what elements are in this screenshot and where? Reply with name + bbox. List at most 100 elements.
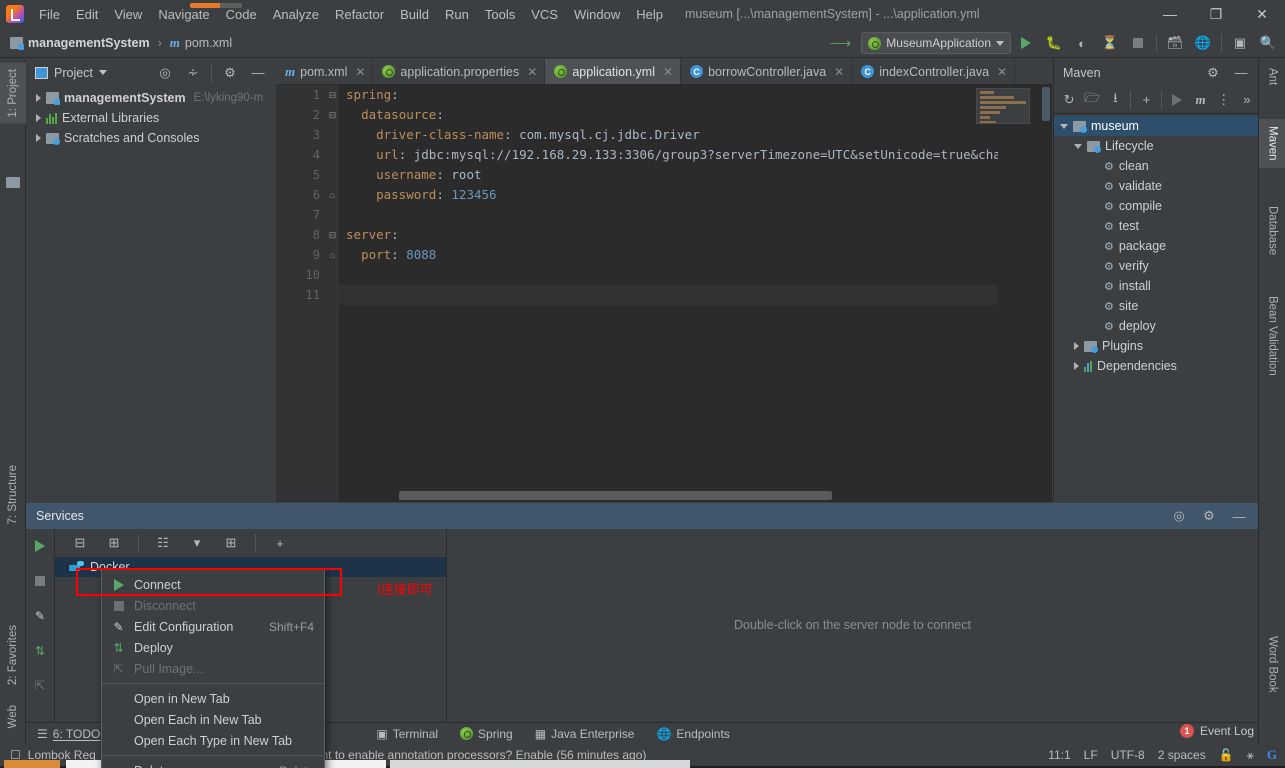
toolwindow-button-java-enterprise[interactable]: ▦ Java Enterprise — [524, 723, 646, 745]
maven-node-lifecycle[interactable]: Lifecycle — [1054, 136, 1258, 156]
breadcrumb-file[interactable]: pom.xml — [185, 36, 232, 50]
tab-application-yml[interactable]: application.yml ✕ — [545, 59, 681, 84]
editor-horizontal-scrollbar[interactable] — [399, 491, 984, 500]
translate-button[interactable]: 🌐 — [1190, 30, 1216, 56]
taskbar-item-3[interactable] — [390, 760, 690, 768]
update-project-icon[interactable]: ⟶ — [822, 34, 860, 52]
reload-icon[interactable]: ↻ — [1058, 87, 1080, 113]
menu-analyze[interactable]: Analyze — [265, 3, 327, 26]
docker-context-menu[interactable]: Connect Disconnect ✎ Edit Configuration … — [101, 569, 325, 768]
menu-edit[interactable]: Edit — [68, 3, 106, 26]
scroll-from-source-icon[interactable]: ◎ — [152, 60, 178, 86]
menu-window[interactable]: Window — [566, 3, 628, 26]
sidebar-item-word-book[interactable]: Word Book — [1259, 629, 1285, 700]
maven-goal-validate[interactable]: ⚙validate — [1054, 176, 1258, 196]
toolwindow-button-spring[interactable]: Spring — [449, 723, 524, 745]
tree-node-scratches-and-consoles[interactable]: Scratches and Consoles — [26, 128, 275, 148]
event-log-button[interactable]: 1 Event Log — [1180, 724, 1254, 738]
maven-goal-compile[interactable]: ⚙compile — [1054, 196, 1258, 216]
execute-maven-goal-icon[interactable]: m — [1190, 87, 1212, 113]
chevron-right-icon[interactable] — [36, 114, 41, 122]
group-by-icon[interactable]: ☷ — [150, 530, 176, 556]
toggle-skip-tests-icon[interactable]: ⋮ — [1213, 87, 1235, 113]
tab-application-properties[interactable]: application.properties ✕ — [373, 59, 545, 84]
toolwindow-button-terminal[interactable]: ▣ Terminal — [365, 723, 449, 745]
google-icon[interactable]: G — [1267, 747, 1277, 763]
minimize-button[interactable]: — — [1147, 0, 1193, 28]
pull-image-icon[interactable]: ⇱ — [27, 673, 53, 699]
add-tab-icon[interactable]: ⊞ — [218, 530, 244, 556]
menu-run[interactable]: Run — [437, 3, 477, 26]
run-icon[interactable] — [27, 533, 53, 559]
sidebar-item-database[interactable]: Database — [1259, 199, 1285, 262]
maven-goal-install[interactable]: ⚙install — [1054, 276, 1258, 296]
maven-goal-test[interactable]: ⚙test — [1054, 216, 1258, 236]
run-button[interactable] — [1013, 30, 1039, 56]
chevron-right-icon[interactable] — [1074, 362, 1079, 370]
add-maven-project-icon[interactable]: + — [1135, 87, 1157, 113]
context-menu-item-open-each-type-in-new-tab[interactable]: Open Each Type in New Tab — [102, 730, 324, 751]
hector-icon[interactable]: ⚹ — [1247, 748, 1254, 763]
chevron-right-icon[interactable] — [36, 134, 41, 142]
close-button[interactable]: ✕ — [1239, 0, 1285, 28]
caret-position[interactable]: 11:1 — [1048, 748, 1070, 762]
project-tree[interactable]: managementSystem E:\lyking90-m External … — [26, 86, 275, 148]
maven-goal-site[interactable]: ⚙site — [1054, 296, 1258, 316]
line-separator[interactable]: LF — [1084, 748, 1098, 762]
debug-button[interactable]: 🐛 — [1041, 30, 1067, 56]
breadcrumb-module[interactable]: managementSystem — [28, 36, 150, 50]
editor-vertical-scrollbar[interactable] — [1038, 85, 1052, 502]
expand-all-icon[interactable]: ⊟ — [67, 530, 93, 556]
close-icon[interactable]: ✕ — [355, 65, 365, 79]
collapse-all-icon[interactable]: ⊞ — [101, 530, 127, 556]
more-icon[interactable]: » — [1236, 87, 1258, 113]
code-folding-gutter[interactable]: ⊟ ⊟ ⌂ ⊟ ⌂ — [328, 85, 337, 502]
fold-marker[interactable]: ⌂ — [328, 185, 337, 205]
close-icon[interactable]: ✕ — [663, 65, 673, 79]
add-service-icon[interactable]: + — [267, 530, 293, 556]
fold-marker[interactable]: ⊟ — [328, 225, 337, 245]
run-icon[interactable] — [1166, 87, 1188, 113]
close-icon[interactable]: ✕ — [997, 65, 1007, 79]
locate-icon[interactable]: ◎ — [1166, 503, 1192, 529]
tree-node-managementsystem[interactable]: managementSystem E:\lyking90-m — [26, 88, 275, 108]
menu-file[interactable]: File — [31, 3, 68, 26]
code-editor[interactable]: 1 2 3 4 5 6 7 8 9 10 11 ⊟ ⊟ ⌂ ⊟ ⌂ spring… — [276, 85, 1052, 502]
indent-setting[interactable]: 2 spaces — [1158, 748, 1206, 762]
menu-refactor[interactable]: Refactor — [327, 3, 392, 26]
maven-node-plugins[interactable]: Plugins — [1054, 336, 1258, 356]
chevron-down-icon[interactable] — [1060, 124, 1068, 129]
menu-vcs[interactable]: VCS — [523, 3, 566, 26]
file-encoding[interactable]: UTF-8 — [1111, 748, 1145, 762]
chevron-right-icon[interactable] — [1074, 342, 1079, 350]
fold-marker[interactable]: ⊟ — [328, 85, 337, 105]
run-configuration-selector[interactable]: MuseumApplication — [861, 32, 1011, 54]
maven-tree[interactable]: museum Lifecycle ⚙clean ⚙validate ⚙compi… — [1054, 114, 1258, 376]
maven-goal-clean[interactable]: ⚙clean — [1054, 156, 1258, 176]
run-with-coverage-button[interactable]: ◐ — [1069, 30, 1095, 56]
tab-borrowcontroller-java[interactable]: C borrowController.java ✕ — [681, 59, 852, 84]
maven-node-dependencies[interactable]: Dependencies — [1054, 356, 1258, 376]
tab-indexcontroller-java[interactable]: C indexController.java ✕ — [852, 59, 1015, 84]
menu-build[interactable]: Build — [392, 3, 437, 26]
menu-bar[interactable]: File Edit View Navigate Code Analyze Ref… — [31, 3, 671, 26]
search-everywhere-icon[interactable]: 🔍 — [1255, 30, 1281, 56]
context-menu-item-connect[interactable]: Connect — [102, 574, 324, 595]
context-menu-item-open-each-in-new-tab[interactable]: Open Each in New Tab — [102, 709, 324, 730]
toolwindow-button-todo[interactable]: ☰ 6: TODO — [26, 723, 111, 745]
tree-node-external-libraries[interactable]: External Libraries — [26, 108, 275, 128]
chevron-right-icon[interactable] — [36, 94, 41, 102]
close-icon[interactable]: ✕ — [834, 65, 844, 79]
menu-help[interactable]: Help — [628, 3, 671, 26]
generate-sources-icon[interactable]: 🗁 — [1081, 87, 1103, 113]
menu-tools[interactable]: Tools — [477, 3, 523, 26]
stop-icon[interactable] — [27, 568, 53, 594]
edit-configuration-icon[interactable]: ✎ — [27, 603, 53, 629]
stop-button[interactable] — [1125, 30, 1151, 56]
sidebar-item-structure[interactable]: 7: Structure — [0, 459, 26, 530]
hide-icon[interactable]: — — [1228, 60, 1254, 86]
chevron-down-icon[interactable] — [99, 70, 107, 75]
maven-goal-verify[interactable]: ⚙verify — [1054, 256, 1258, 276]
terminal-button[interactable]: ▣ — [1227, 30, 1253, 56]
build-project-button[interactable]: 🗃 — [1162, 30, 1188, 56]
